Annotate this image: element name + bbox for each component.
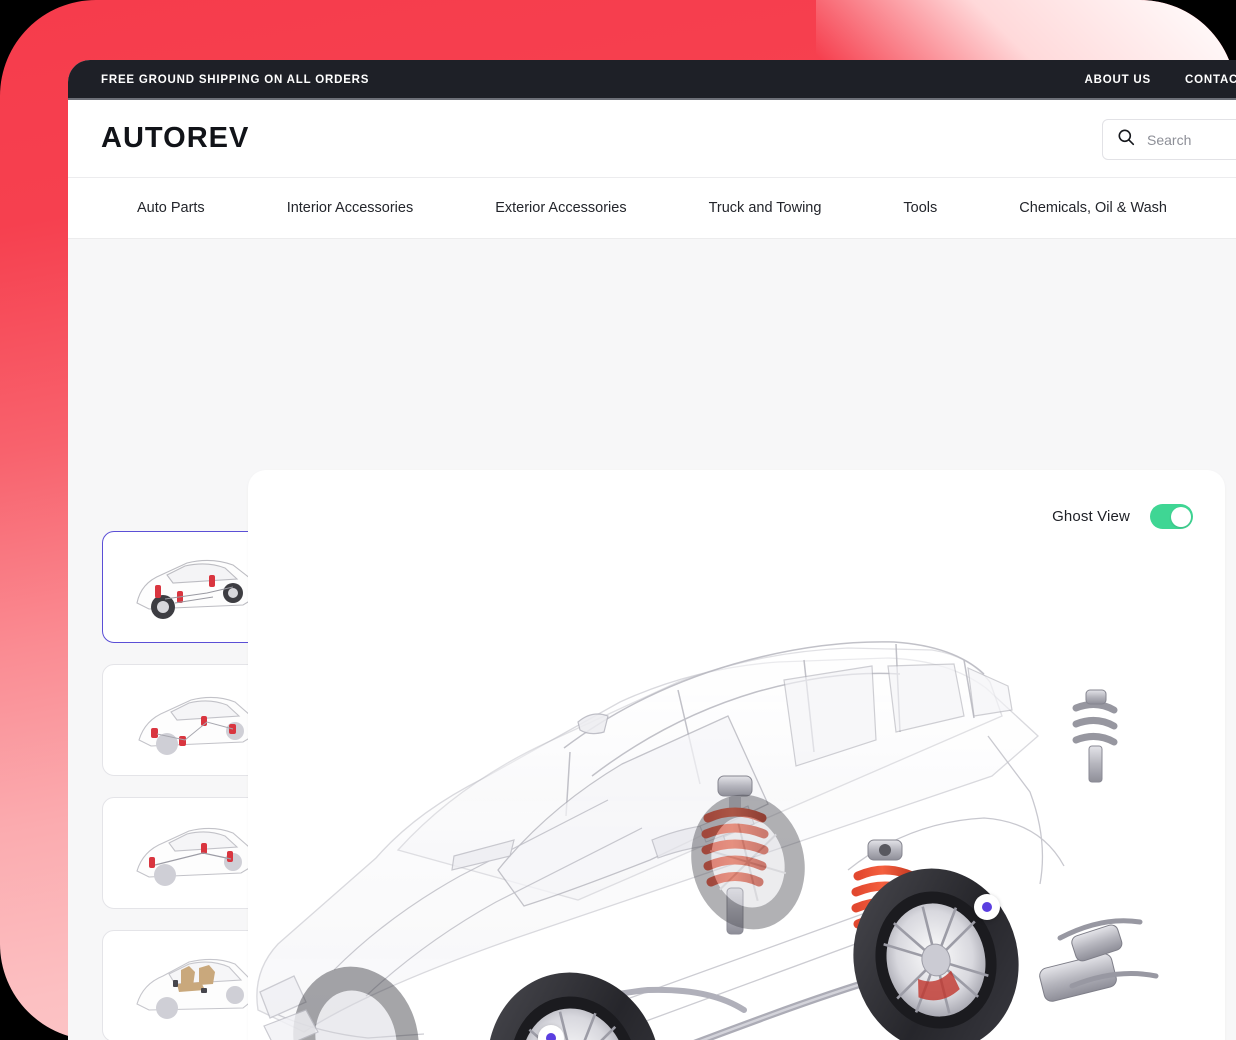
ghost-view-label: Ghost View xyxy=(1052,508,1130,525)
rear-suspension-hotspot[interactable] xyxy=(974,894,1000,920)
vehicle-viewer-stage[interactable] xyxy=(248,540,1225,1040)
main-nav: Auto Parts Interior Accessories Exterior… xyxy=(68,178,1236,239)
brand-logo[interactable]: AUTOREV xyxy=(101,122,249,155)
ghost-view-toggle[interactable] xyxy=(1150,504,1193,529)
ghost-view-control: Ghost View xyxy=(1052,504,1193,529)
nav-item-truck-and-towing[interactable]: Truck and Towing xyxy=(668,200,863,216)
announcement-link-contact[interactable]: CONTACT xyxy=(1185,74,1236,86)
search-input[interactable] xyxy=(1147,131,1236,148)
product-viewer-card: Ghost View xyxy=(248,470,1225,1040)
nav-item-interior-accessories[interactable]: Interior Accessories xyxy=(246,200,455,216)
page-body: Ghost View xyxy=(68,239,1236,1040)
rear-wheel xyxy=(853,868,1019,1040)
announcement-text: FREE GROUND SHIPPING ON ALL ORDERS xyxy=(101,74,370,86)
browser-window: FREE GROUND SHIPPING ON ALL ORDERS ABOUT… xyxy=(68,60,1236,1040)
announcement-links: ABOUT US CONTACT xyxy=(1085,74,1236,86)
nav-item-tools[interactable]: Tools xyxy=(862,200,978,216)
toggle-knob xyxy=(1170,506,1191,527)
nav-item-chemicals-oil-wash[interactable]: Chemicals, Oil & Wash xyxy=(978,200,1208,216)
search-box[interactable] xyxy=(1102,119,1236,160)
nav-item-exterior-accessories[interactable]: Exterior Accessories xyxy=(454,200,667,216)
front-left-wheel xyxy=(487,972,661,1040)
vehicle-ghost-illustration xyxy=(256,641,1159,1040)
announcement-link-about-us[interactable]: ABOUT US xyxy=(1085,74,1152,86)
announcement-bar: FREE GROUND SHIPPING ON ALL ORDERS ABOUT… xyxy=(68,60,1236,100)
search-icon xyxy=(1117,128,1135,151)
brand-row: AUTOREV xyxy=(68,100,1236,178)
nav-item-auto-parts[interactable]: Auto Parts xyxy=(96,200,246,216)
